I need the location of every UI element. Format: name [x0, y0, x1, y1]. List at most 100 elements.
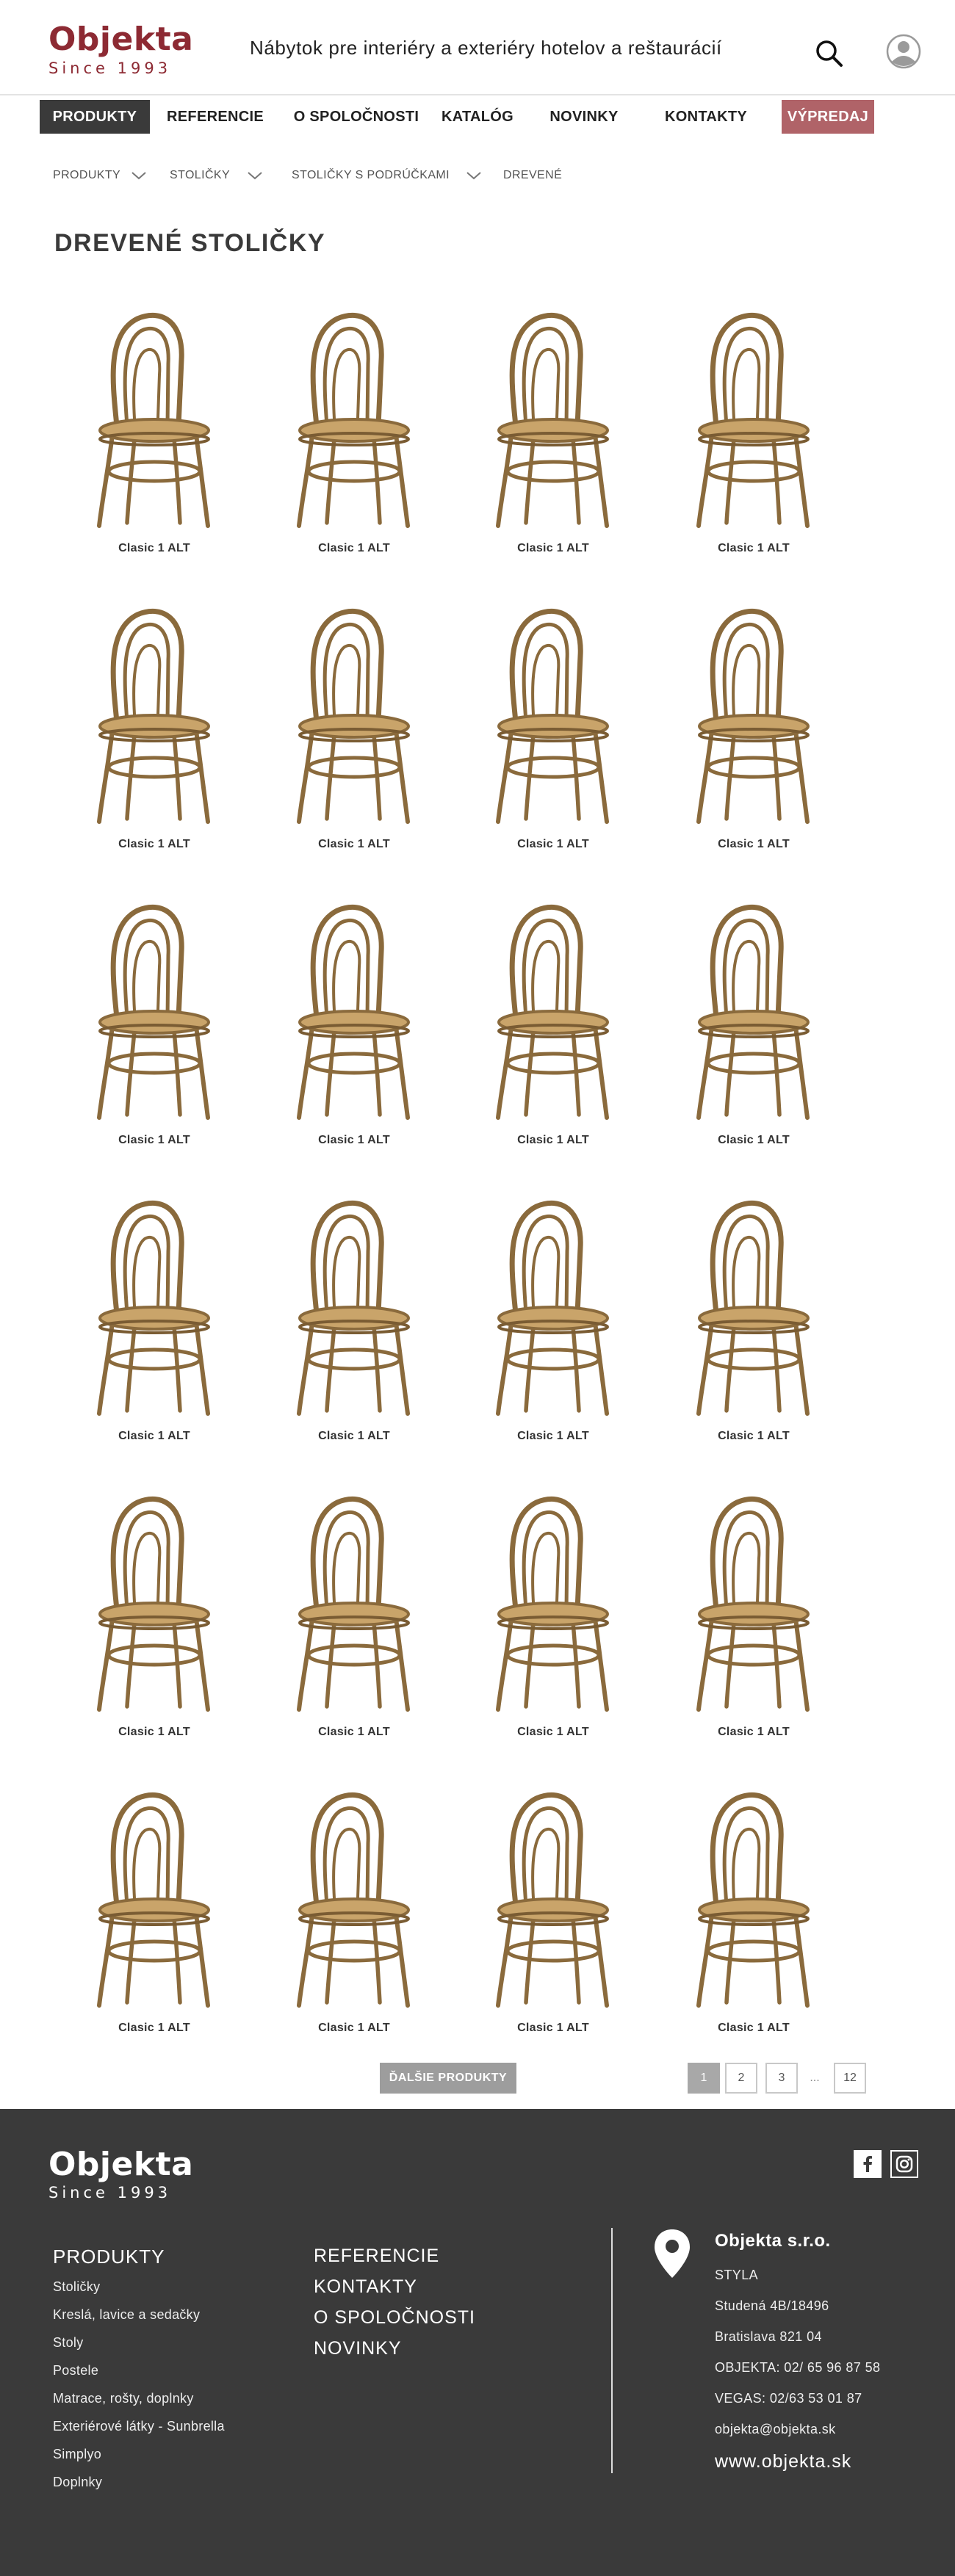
product-card[interactable]: Clasic 1 ALT — [273, 1477, 442, 1749]
chair-image — [496, 1201, 609, 1416]
product-card[interactable]: Clasic 1 ALT — [673, 294, 842, 565]
product-card[interactable]: Clasic 1 ALT — [273, 1182, 442, 1453]
chevron-down-icon[interactable] — [466, 170, 482, 181]
footer-link-stoly[interactable]: Stoly — [53, 2335, 84, 2351]
nav-item-produkty[interactable]: PRODUKTY — [40, 100, 150, 134]
product-name[interactable]: Clasic 1 ALT — [73, 2022, 235, 2035]
contact-line-phone-objekta[interactable]: OBJEKTA: 02/ 65 96 87 58 — [715, 2360, 880, 2376]
product-name[interactable]: Clasic 1 ALT — [472, 1726, 634, 1739]
footer-menu-referencie[interactable]: REFERENCIE — [314, 2246, 439, 2267]
product-card[interactable]: Clasic 1 ALT — [273, 590, 442, 861]
product-name[interactable]: Clasic 1 ALT — [273, 838, 435, 851]
main-nav: PRODUKTY REFERENCIE O SPOLOČNOSTI KATALÓ… — [0, 98, 955, 135]
product-card[interactable]: Clasic 1 ALT — [273, 1773, 442, 2045]
product-name[interactable]: Clasic 1 ALT — [73, 1134, 235, 1147]
nav-item-vypredaj[interactable]: VÝPREDAJ — [782, 100, 874, 134]
page-button-2[interactable]: 2 — [725, 2063, 757, 2094]
product-name[interactable]: Clasic 1 ALT — [472, 1134, 634, 1147]
contact-email-link[interactable]: objekta@objekta.sk — [715, 2422, 836, 2437]
product-name[interactable]: Clasic 1 ALT — [472, 542, 634, 555]
footer-menu-o-spolocnosti[interactable]: O SPOLOČNOSTI — [314, 2307, 475, 2329]
pagination-ellipsis: ... — [810, 2072, 820, 2084]
chevron-down-icon[interactable] — [131, 170, 147, 181]
product-card[interactable]: Clasic 1 ALT — [472, 1477, 641, 1749]
search-button[interactable] — [815, 40, 843, 68]
page-button-1[interactable]: 1 — [688, 2063, 720, 2094]
footer-menu-kontakty[interactable]: KONTAKTY — [314, 2276, 417, 2298]
footer-logo-name: Objekta — [48, 2146, 194, 2183]
more-products-button[interactable]: ĎALŠIE PRODUKTY — [380, 2063, 516, 2094]
product-card[interactable]: Clasic 1 ALT — [73, 1182, 242, 1453]
nav-item-novinky[interactable]: NOVINKY — [536, 100, 632, 134]
product-card[interactable]: Clasic 1 ALT — [472, 1182, 641, 1453]
footer-link-postele[interactable]: Postele — [53, 2363, 98, 2378]
product-name[interactable]: Clasic 1 ALT — [273, 1726, 435, 1739]
product-name[interactable]: Clasic 1 ALT — [673, 1134, 835, 1147]
footer-link-doplnky[interactable]: Doplnky — [53, 2475, 102, 2490]
product-name[interactable]: Clasic 1 ALT — [472, 838, 634, 851]
chair-image — [496, 609, 609, 824]
account-button[interactable] — [886, 34, 921, 69]
product-name[interactable]: Clasic 1 ALT — [273, 1430, 435, 1443]
product-card[interactable]: Clasic 1 ALT — [673, 1182, 842, 1453]
product-name[interactable]: Clasic 1 ALT — [673, 542, 835, 555]
footer-link-exterierove-latky[interactable]: Exteriérové látky - Sunbrella — [53, 2419, 225, 2434]
product-card[interactable]: Clasic 1 ALT — [73, 294, 242, 565]
product-card[interactable]: Clasic 1 ALT — [273, 294, 442, 565]
footer-link-matrace[interactable]: Matrace, rošty, doplnky — [53, 2391, 194, 2406]
footer-link-kresla[interactable]: Kreslá, lavice a sedačky — [53, 2307, 200, 2323]
product-name[interactable]: Clasic 1 ALT — [273, 2022, 435, 2035]
product-name[interactable]: Clasic 1 ALT — [273, 1134, 435, 1147]
product-name[interactable]: Clasic 1 ALT — [73, 542, 235, 555]
chair-image — [696, 609, 810, 824]
product-name[interactable]: Clasic 1 ALT — [673, 1726, 835, 1739]
footer-logo-since: Since 1993 — [48, 2184, 172, 2201]
product-card[interactable]: Clasic 1 ALT — [73, 590, 242, 861]
chair-image — [696, 1792, 810, 2008]
product-name[interactable]: Clasic 1 ALT — [673, 838, 835, 851]
site-tagline: Nábytok pre interiéry a exteriéry hotelo… — [250, 37, 722, 59]
product-card[interactable]: Clasic 1 ALT — [73, 886, 242, 1157]
breadcrumb-item-produkty[interactable]: PRODUKTY — [53, 164, 120, 187]
product-card[interactable]: Clasic 1 ALT — [673, 1477, 842, 1749]
product-card[interactable]: Clasic 1 ALT — [673, 1773, 842, 2045]
chevron-down-icon[interactable] — [247, 170, 263, 181]
product-card[interactable]: Clasic 1 ALT — [472, 294, 641, 565]
product-card[interactable]: Clasic 1 ALT — [673, 590, 842, 861]
product-name[interactable]: Clasic 1 ALT — [673, 1430, 835, 1443]
product-name[interactable]: Clasic 1 ALT — [273, 542, 435, 555]
product-card[interactable]: Clasic 1 ALT — [472, 886, 641, 1157]
footer-logo[interactable]: Objekta Since 1993 — [48, 2146, 194, 2202]
footer-link-stolicky[interactable]: Stoličky — [53, 2279, 100, 2295]
breadcrumb-item-stolicky[interactable]: STOLIČKY — [170, 164, 230, 187]
product-card[interactable]: Clasic 1 ALT — [73, 1773, 242, 2045]
chair-image — [696, 1497, 810, 1712]
page-button-12[interactable]: 12 — [834, 2063, 866, 2094]
nav-item-katalog[interactable]: KATALÓG — [435, 100, 520, 134]
nav-item-kontakty[interactable]: KONTAKTY — [654, 100, 758, 134]
product-card[interactable]: Clasic 1 ALT — [73, 1477, 242, 1749]
product-name[interactable]: Clasic 1 ALT — [73, 838, 235, 851]
product-name[interactable]: Clasic 1 ALT — [472, 2022, 634, 2035]
page-button-3[interactable]: 3 — [765, 2063, 798, 2094]
footer-products-title[interactable]: PRODUKTY — [53, 2246, 165, 2268]
nav-item-referencie[interactable]: REFERENCIE — [163, 100, 267, 134]
product-name[interactable]: Clasic 1 ALT — [73, 1726, 235, 1739]
product-name[interactable]: Clasic 1 ALT — [673, 2022, 835, 2035]
product-name[interactable]: Clasic 1 ALT — [73, 1430, 235, 1443]
website-link[interactable]: www.objekta.sk — [715, 2451, 851, 2472]
breadcrumb-item-stolicky-s-podruckami[interactable]: STOLIČKY S PODRÚČKAMI — [292, 164, 450, 187]
product-card[interactable]: Clasic 1 ALT — [472, 1773, 641, 2045]
facebook-link[interactable] — [854, 2150, 882, 2178]
instagram-link[interactable] — [890, 2150, 918, 2178]
footer-menu-novinky[interactable]: NOVINKY — [314, 2338, 402, 2359]
product-card[interactable]: Clasic 1 ALT — [673, 886, 842, 1157]
product-name[interactable]: Clasic 1 ALT — [472, 1430, 634, 1443]
nav-item-o-spolocnosti[interactable]: O SPOLOČNOSTI — [286, 100, 426, 134]
site-logo[interactable]: Objekta Since 1993 — [48, 22, 193, 78]
product-card[interactable]: Clasic 1 ALT — [273, 886, 442, 1157]
chair-image — [496, 905, 609, 1120]
contact-line-phone-vegas[interactable]: VEGAS: 02/63 53 01 87 — [715, 2391, 862, 2406]
product-card[interactable]: Clasic 1 ALT — [472, 590, 641, 861]
footer-link-simplyo[interactable]: Simplyo — [53, 2447, 101, 2462]
